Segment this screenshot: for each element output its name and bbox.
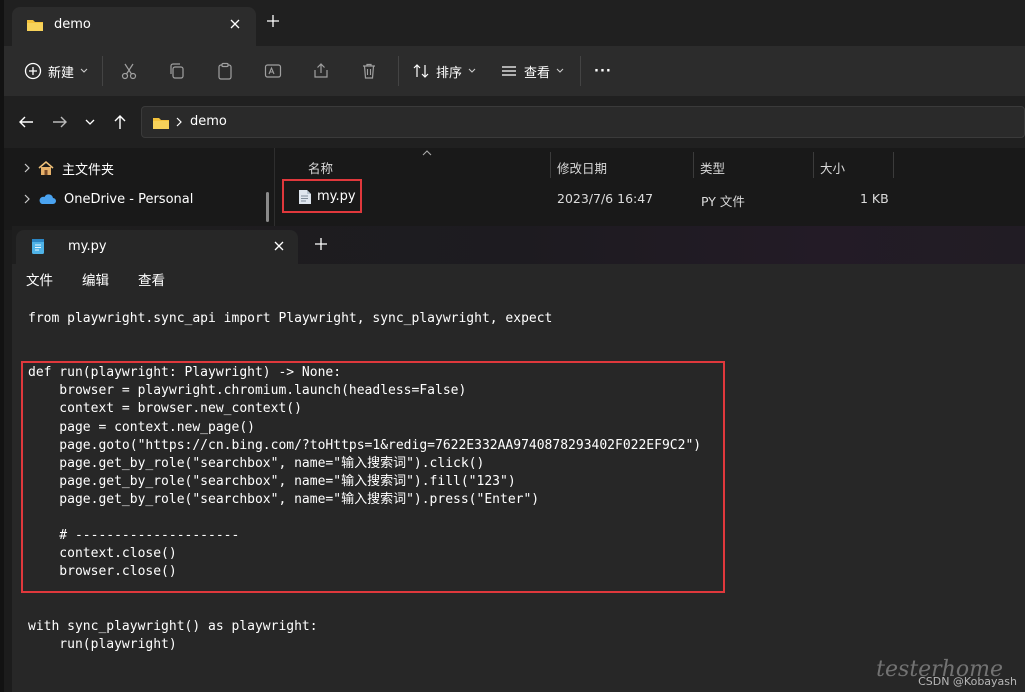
navigation-pane: 主文件夹 OneDrive - Personal [4,148,274,230]
explorer-tab-bar: demo [4,0,1025,46]
rename-icon [264,62,282,80]
explorer-command-bar: 新建 排序 查看 ··· [4,46,1025,97]
share-icon [312,62,330,80]
forward-arrow-icon[interactable] [52,114,68,130]
view-label: 查看 [524,65,551,81]
close-tab-icon[interactable] [272,239,286,253]
notepad-tab-bar: my.py [12,226,1025,264]
back-arrow-icon[interactable] [18,114,34,130]
new-tab-plus-icon[interactable] [266,14,280,28]
rename-button[interactable] [264,60,282,82]
file-type: PY 文件 [701,194,745,209]
column-separator[interactable] [693,152,694,178]
breadcrumb-demo[interactable]: demo [190,114,227,129]
chevron-down-icon [556,68,564,74]
highlight-file-box [282,179,362,213]
watermark-text: CSDN @Kobayash [918,675,1017,688]
chevron-right-icon [24,163,30,173]
highlight-code-box [21,361,725,593]
notepad-icon [30,237,46,255]
file-modified: 2023/7/6 16:47 [557,191,654,206]
sort-ascending-caret-icon [422,150,432,156]
chevron-down-icon [80,68,88,74]
more-options-button[interactable]: ··· [594,60,612,82]
column-header-size[interactable]: 大小 [820,158,845,177]
folder-icon [152,115,170,131]
trash-icon [360,62,378,80]
more-dots-icon: ··· [594,63,612,79]
clipboard-icon [216,62,234,80]
column-header-name[interactable]: 名称 [308,158,333,177]
notepad-tab-mypy[interactable]: my.py [16,230,298,264]
view-button[interactable]: 查看 [500,60,564,82]
pane-divider[interactable] [274,148,275,230]
new-tab-plus-icon[interactable] [314,237,328,251]
column-header-type[interactable]: 类型 [700,158,725,177]
sort-arrows-icon [412,62,430,80]
up-arrow-icon[interactable] [112,114,128,130]
cut-button[interactable] [120,60,138,82]
nav-item-onedrive[interactable]: OneDrive - Personal [24,187,193,211]
close-tab-icon[interactable] [228,17,242,31]
home-icon [38,160,54,176]
column-header-modified[interactable]: 修改日期 [557,158,607,177]
nav-item-label: 主文件夹 [62,162,115,178]
nav-item-home[interactable]: 主文件夹 [24,156,114,180]
menu-edit[interactable]: 编辑 [82,269,109,289]
copy-icon [168,62,186,80]
scissors-icon [120,62,138,80]
explorer-tab-demo[interactable]: demo [12,7,256,46]
onedrive-cloud-icon [38,193,56,205]
delete-button[interactable] [360,60,378,82]
paste-button[interactable] [216,60,234,82]
notepad-menu-bar: 文件 编辑 查看 [12,264,1025,294]
notepad-window: my.py 文件 编辑 查看 from playwright.sync_api … [12,226,1025,692]
new-button[interactable]: 新建 [24,60,88,82]
menu-view[interactable]: 查看 [138,269,165,289]
copy-button[interactable] [168,60,186,82]
toolbar-separator [580,56,581,86]
chevron-right-icon [24,194,30,204]
explorer-address-bar: demo [4,96,1025,148]
column-separator[interactable] [813,152,814,178]
column-separator[interactable] [550,152,551,178]
address-input[interactable]: demo [141,106,1025,138]
code-editor[interactable]: from playwright.sync_api import Playwrig… [12,294,1025,692]
share-button[interactable] [312,60,330,82]
new-label: 新建 [48,65,75,81]
toolbar-separator [102,56,103,86]
folder-icon [26,17,44,33]
sort-label: 排序 [436,65,463,81]
nav-scrollbar[interactable] [266,192,269,222]
nav-item-label: OneDrive - Personal [64,191,194,207]
plus-circle-icon [24,62,42,80]
sort-button[interactable]: 排序 [412,60,476,82]
file-size: 1 KB [860,191,889,206]
explorer-body: 主文件夹 OneDrive - Personal 名称 修改日期 类型 大小 m… [4,148,1025,230]
recent-locations-chevron-icon[interactable] [84,118,96,126]
view-list-icon [500,62,518,80]
chevron-down-icon [468,68,476,74]
toolbar-separator [398,56,399,86]
breadcrumb-chevron-icon[interactable] [176,117,182,127]
explorer-tab-title: demo [54,17,91,32]
file-explorer-window: demo 新建 排序 查看 ··· demo 主文件夹 OneDrive - P… [4,0,1025,230]
menu-file[interactable]: 文件 [26,269,53,289]
column-separator[interactable] [893,152,894,178]
notepad-tab-title: my.py [68,239,107,254]
